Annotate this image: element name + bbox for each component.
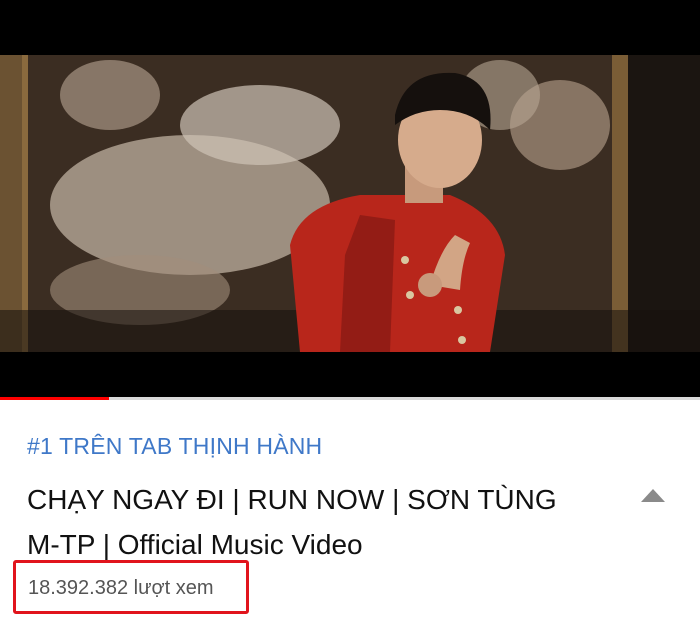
- video-frame[interactable]: [0, 55, 700, 352]
- video-progress-fill: [0, 397, 109, 400]
- video-title-line-1: CHẠY NGAY ĐI | RUN NOW | SƠN TÙNG: [27, 484, 557, 515]
- video-player[interactable]: [0, 0, 700, 398]
- trending-badge[interactable]: #1 TRÊN TAB THỊNH HÀNH: [27, 433, 322, 460]
- video-title[interactable]: CHẠY NGAY ĐI | RUN NOW | SƠN TÙNG M-TP |…: [27, 477, 607, 567]
- video-thumbnail: [0, 55, 700, 352]
- video-progress-bar[interactable]: [0, 397, 700, 400]
- view-count: 18.392.382 lượt xem: [28, 577, 214, 599]
- chevron-up-icon: [641, 489, 665, 502]
- collapse-description-button[interactable]: [640, 486, 666, 504]
